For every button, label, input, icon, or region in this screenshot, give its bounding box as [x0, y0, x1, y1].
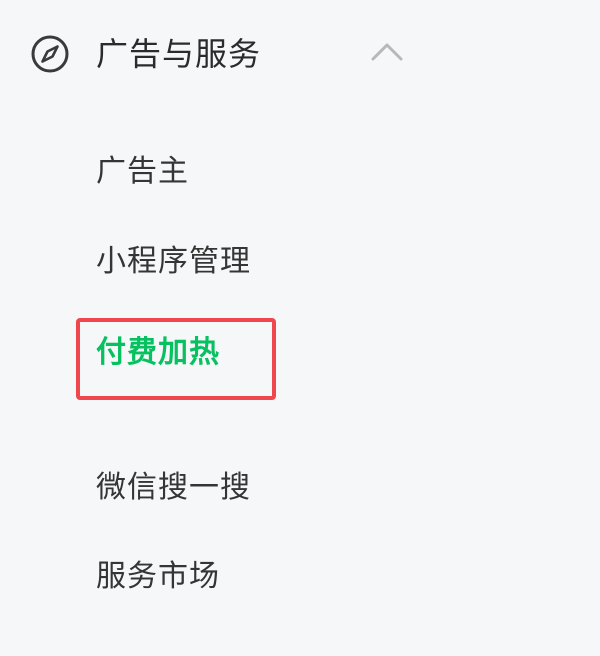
- sidebar-item-service-market[interactable]: 服务市场: [96, 555, 220, 599]
- menu-group-title: 广告与服务: [96, 35, 262, 73]
- sidebar-item-paid-promotion[interactable]: 付费加热: [96, 331, 220, 375]
- chevron-up-icon[interactable]: [370, 40, 404, 64]
- sidebar-item-miniprogram-management[interactable]: 小程序管理: [96, 240, 251, 284]
- sidebar-item-wechat-search[interactable]: 微信搜一搜: [96, 466, 251, 510]
- sidebar-item-advertiser[interactable]: 广告主: [96, 150, 189, 194]
- sidebar-menu: 广告与服务 广告主 小程序管理 付费加热 微信搜一搜 服务市场: [0, 0, 600, 656]
- compass-icon: [31, 35, 69, 73]
- menu-group-ads-and-services[interactable]: 广告与服务: [0, 0, 600, 108]
